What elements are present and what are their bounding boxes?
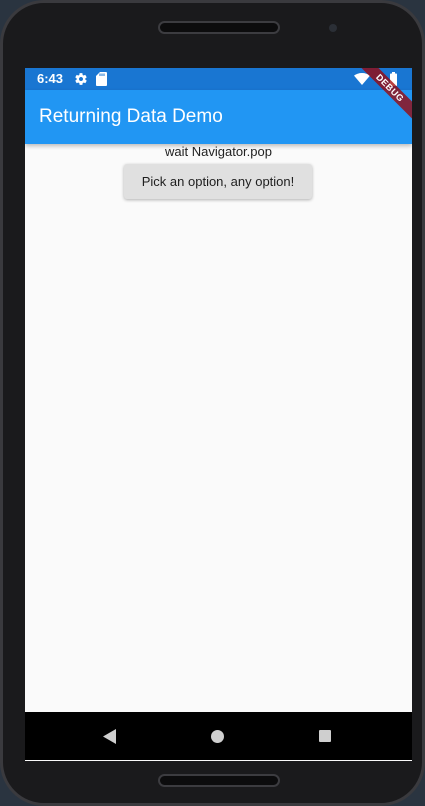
gear-icon bbox=[75, 73, 87, 85]
status-bar: 6:43 bbox=[25, 68, 412, 90]
phone-frame: 6:43 Returning Data Demo DEBUG wait Navi… bbox=[0, 0, 425, 806]
navigation-bar bbox=[25, 712, 412, 760]
back-icon[interactable] bbox=[103, 729, 116, 744]
home-icon[interactable] bbox=[211, 730, 224, 743]
status-time: 6:43 bbox=[37, 71, 64, 86]
device-screen: 6:43 Returning Data Demo DEBUG wait Navi… bbox=[25, 68, 412, 761]
pick-option-button[interactable]: Pick an option, any option! bbox=[124, 164, 312, 199]
recents-icon[interactable] bbox=[319, 730, 331, 742]
front-camera bbox=[329, 24, 337, 32]
navigator-status-text: wait Navigator.pop bbox=[165, 144, 272, 159]
bottom-speaker bbox=[158, 774, 280, 787]
app-bar: Returning Data Demo bbox=[25, 90, 412, 144]
app-title: Returning Data Demo bbox=[39, 106, 223, 127]
top-speaker bbox=[158, 21, 280, 34]
sd-card-icon bbox=[96, 72, 107, 86]
